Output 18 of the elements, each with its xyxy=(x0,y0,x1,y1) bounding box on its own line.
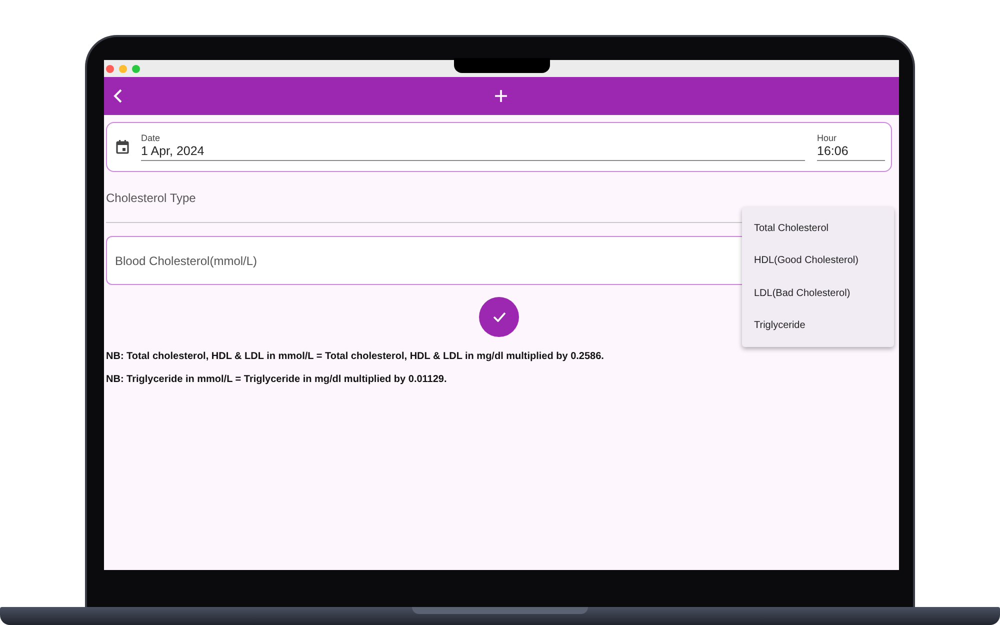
date-label: Date xyxy=(141,133,162,143)
back-icon[interactable] xyxy=(113,89,123,103)
dropdown-placeholder: Cholesterol Type xyxy=(106,190,196,204)
close-button[interactable] xyxy=(106,64,114,72)
add-icon[interactable] xyxy=(495,90,507,102)
field-placeholder: Blood Cholesterol(mmol/L) xyxy=(115,254,258,268)
date-field[interactable]: Date 1 Apr, 2024 xyxy=(141,133,805,161)
conversion-note: NB: Total cholesterol, HDL & LDL in mmol/L = Total cholesterol, HDL & LDL in mg/dl multiplied by 0.2586. xyxy=(106,351,605,362)
hour-label: Hour xyxy=(817,133,838,143)
hour-value: 16:06 xyxy=(817,144,850,158)
menu-item[interactable]: Triglyceride xyxy=(742,310,894,342)
conversion-note: NB: Triglyceride in mmol/L = Triglyceride in mg/dl multiplied by 0.01129. xyxy=(106,374,448,385)
date-value: 1 Apr, 2024 xyxy=(141,144,206,158)
calendar-icon[interactable] xyxy=(116,140,129,154)
hour-field[interactable]: Hour 16:06 xyxy=(817,133,885,161)
check-icon xyxy=(492,312,506,322)
menu-item[interactable]: HDL(Good Cholesterol) xyxy=(742,244,894,277)
submit-button[interactable] xyxy=(479,297,519,337)
